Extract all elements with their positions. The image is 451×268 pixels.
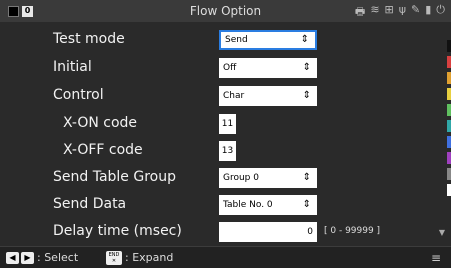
channel-color-swatch [447, 40, 451, 52]
channel-color-swatch [447, 152, 451, 164]
xoff-code-label: X-OFF code [63, 142, 143, 158]
xon-code-label: X-ON code [63, 115, 138, 131]
channel-color-swatch [447, 184, 451, 196]
send-table-group-select[interactable]: Group 0 ⇕ [219, 168, 317, 188]
updown-chevron-icon: ⇕ [302, 62, 311, 73]
row-xoff-code: X-OFF code 13 [0, 140, 440, 162]
updown-chevron-icon: ⇕ [302, 199, 311, 210]
control-value: Char [223, 91, 245, 101]
channel-color-swatch [447, 72, 451, 84]
control-label: Control [53, 87, 104, 103]
send-table-group-value: Group 0 [223, 173, 259, 183]
control-select[interactable]: Char ⇕ [219, 86, 317, 106]
sd-card-icon: ▮ [425, 3, 432, 16]
channel-color-swatch [447, 136, 451, 148]
end-key-icon: END ✕ [106, 251, 122, 265]
xon-code-input[interactable]: 11 [219, 114, 236, 134]
updown-chevron-icon: ⇕ [302, 90, 311, 101]
delay-time-input[interactable]: 0 [219, 222, 317, 242]
initial-label: Initial [53, 59, 92, 75]
row-xon-code: X-ON code 11 [0, 113, 440, 135]
wifi-icon: ≋ [370, 3, 380, 16]
delay-time-label: Delay time (msec) [53, 223, 182, 239]
delay-time-range: [ 0 - 99999 ] [324, 226, 381, 236]
send-data-label: Send Data [53, 196, 127, 212]
footer-bar: ◀ ▶ : Select END ✕ : Expand ≡ [0, 246, 451, 268]
send-data-value: Table No. 0 [223, 200, 273, 210]
scroll-down-arrow-icon[interactable]: ▼ [439, 228, 445, 237]
end-key-sub: ✕ [111, 258, 117, 264]
network-icon: ⊞ [384, 3, 394, 16]
status-icons: 🖶 ≋ ⊞ ψ ✎ ▮ ⏻ [355, 3, 445, 22]
send-table-group-label: Send Table Group [53, 169, 176, 185]
updown-chevron-icon: ⇕ [300, 34, 309, 45]
channel-color-strip [447, 40, 451, 200]
row-send-table-group: Send Table Group Group 0 ⇕ [0, 167, 440, 189]
channel-color-swatch [447, 88, 451, 100]
initial-select[interactable]: Off ⇕ [219, 58, 317, 78]
row-initial: Initial Off ⇕ [0, 57, 440, 79]
send-data-select[interactable]: Table No. 0 ⇕ [219, 195, 317, 215]
row-test-mode: Test mode Send ⇕ [0, 29, 440, 51]
test-mode-value: Send [225, 35, 248, 45]
title-bar: 0 Flow Option 🖶 ≋ ⊞ ψ ✎ ▮ ⏻ [0, 0, 451, 22]
xoff-code-input[interactable]: 13 [219, 141, 236, 161]
row-send-data: Send Data Table No. 0 ⇕ [0, 194, 440, 216]
left-arrow-key-icon: ◀ [6, 252, 19, 264]
power-icon: ⏻ [436, 3, 445, 16]
test-mode-label: Test mode [53, 31, 125, 47]
channel-color-swatch [447, 120, 451, 132]
menu-icon[interactable]: ≡ [431, 251, 441, 265]
right-arrow-key-icon: ▶ [21, 252, 34, 264]
channel-color-swatch [447, 168, 451, 180]
updown-chevron-icon: ⇕ [302, 172, 311, 183]
select-hint: : Select [37, 251, 79, 264]
usb-icon: ψ [398, 3, 407, 16]
channel-color-swatch [447, 56, 451, 68]
row-control: Control Char ⇕ [0, 85, 440, 107]
wrench-icon: ✎ [411, 3, 421, 16]
channel-color-swatch [447, 104, 451, 116]
expand-hint: : Expand [125, 251, 174, 264]
row-delay-time: Delay time (msec) 0 [ 0 - 99999 ] [0, 221, 440, 243]
printer-icon: 🖶 [354, 5, 366, 18]
test-mode-select[interactable]: Send ⇕ [219, 30, 317, 50]
initial-value: Off [223, 63, 237, 73]
